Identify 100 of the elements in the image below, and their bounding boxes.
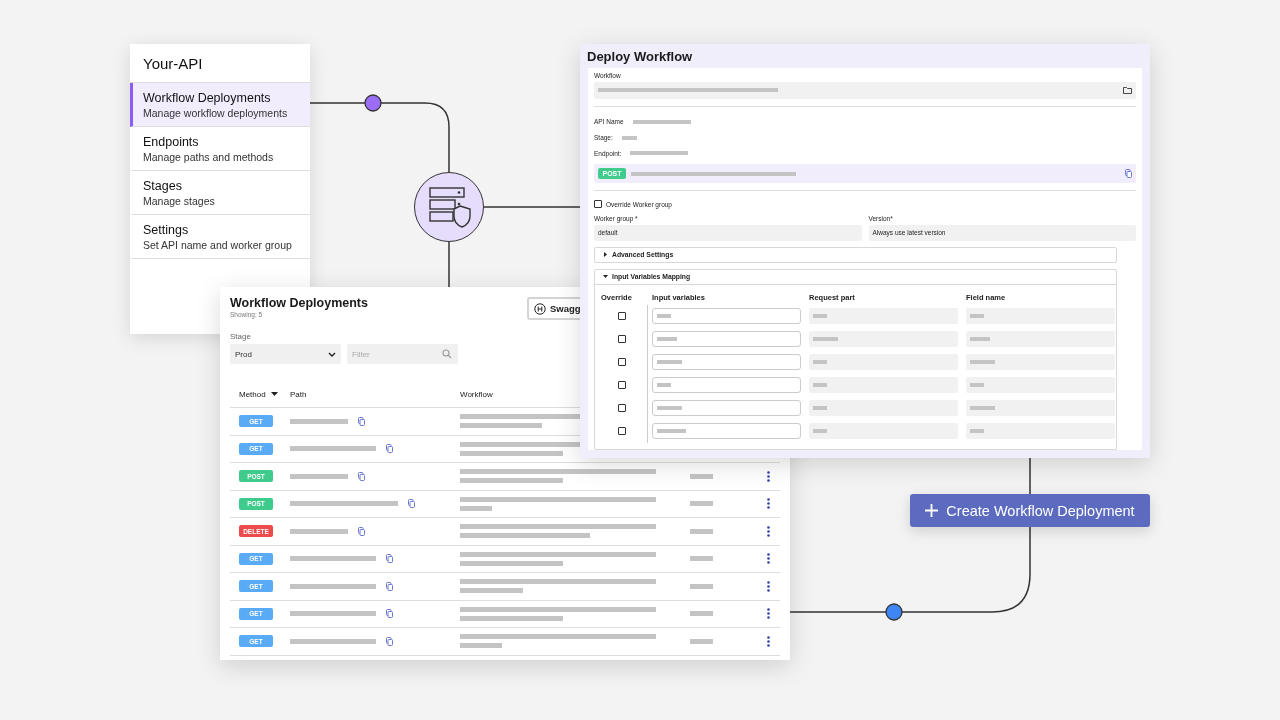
item-title: Settings	[143, 223, 190, 237]
text-placeholder	[621, 135, 637, 140]
text-placeholder	[970, 383, 984, 388]
filter-field[interactable]: Filter	[347, 344, 458, 364]
caret-icon[interactable]	[603, 252, 608, 258]
input-field[interactable]	[809, 308, 958, 325]
text-placeholder	[690, 528, 713, 534]
sort-caret-icon[interactable]	[270, 392, 278, 396]
input-field[interactable]	[652, 377, 801, 394]
input-field[interactable]	[809, 423, 958, 440]
input-field[interactable]	[809, 354, 958, 371]
input-field[interactable]	[966, 331, 1115, 348]
text-placeholder	[460, 588, 523, 594]
create-deployment-button[interactable]: Create Workflow Deployment	[910, 494, 1150, 527]
input-field[interactable]	[652, 331, 801, 348]
input-field[interactable]	[809, 331, 958, 348]
copy-icon[interactable]	[386, 444, 393, 454]
input-field[interactable]	[966, 377, 1115, 394]
copy-icon[interactable]	[358, 526, 365, 536]
copy-icon[interactable]	[358, 416, 365, 426]
text-placeholder	[657, 406, 682, 411]
text-placeholder	[813, 360, 827, 365]
item-title: Stages	[143, 179, 183, 193]
node-dot	[364, 94, 382, 112]
text-placeholder	[690, 583, 713, 589]
column-header: Workflow	[460, 389, 494, 399]
text-placeholder	[460, 643, 502, 649]
more-options-icon[interactable]	[766, 525, 770, 537]
text-placeholder	[690, 556, 713, 562]
text-placeholder	[657, 429, 686, 434]
text-placeholder	[813, 337, 838, 342]
copy-icon[interactable]	[386, 581, 393, 591]
more-options-icon[interactable]	[766, 608, 770, 620]
chevron-down-icon	[328, 351, 336, 357]
input-field[interactable]	[966, 354, 1115, 371]
column-header: Path	[290, 389, 307, 399]
text-placeholder	[970, 429, 984, 434]
text-placeholder	[290, 418, 348, 424]
text-placeholder	[460, 505, 492, 511]
caret-icon[interactable]	[603, 274, 608, 280]
copy-icon[interactable]	[386, 636, 393, 646]
dialog-title: Deploy Workflow	[586, 48, 694, 66]
item-title: Endpoints	[143, 135, 200, 149]
text-placeholder	[970, 406, 995, 411]
input-field[interactable]	[652, 308, 801, 325]
text-placeholder	[813, 406, 827, 411]
server-shield-icon	[427, 185, 471, 229]
text-placeholder	[657, 383, 671, 388]
copy-icon[interactable]	[386, 554, 393, 564]
text-placeholder	[970, 337, 990, 342]
input-field[interactable]	[809, 377, 958, 394]
text-placeholder	[657, 337, 677, 342]
checkbox[interactable]	[618, 335, 626, 344]
copy-icon[interactable]	[1125, 169, 1132, 179]
input-field[interactable]	[966, 423, 1115, 440]
more-options-icon[interactable]	[766, 580, 770, 592]
text-placeholder	[632, 119, 691, 124]
folder-icon[interactable]	[1123, 86, 1132, 94]
text-placeholder	[813, 383, 827, 388]
input-field[interactable]	[652, 400, 801, 417]
checkbox[interactable]	[618, 381, 626, 390]
item-subtitle: Manage stages	[143, 195, 216, 207]
more-options-icon[interactable]	[766, 470, 770, 482]
text-placeholder	[690, 638, 713, 644]
checkbox[interactable]	[594, 200, 602, 208]
input-field[interactable]	[809, 400, 958, 417]
text-placeholder	[690, 501, 713, 507]
sidebar-item[interactable]: Workflow Deployments Manage workflow deployments	[130, 83, 310, 127]
sidebar-item[interactable]: Settings Set API name and worker group	[130, 215, 310, 259]
text-placeholder	[813, 429, 827, 434]
text-placeholder	[970, 314, 984, 319]
panel-title: Workflow Deployments	[230, 296, 369, 310]
text-placeholder	[630, 151, 689, 156]
input-field[interactable]	[652, 423, 801, 440]
column-header: Method	[239, 389, 266, 399]
input-field[interactable]	[966, 308, 1115, 325]
copy-icon[interactable]	[386, 609, 393, 619]
sidebar-item[interactable]: Endpoints Manage paths and methods	[130, 127, 310, 171]
sidebar-item[interactable]: Stages Manage stages	[130, 171, 310, 215]
text-placeholder	[813, 314, 827, 319]
item-subtitle: Manage paths and methods	[143, 151, 275, 163]
input-field[interactable]	[966, 400, 1115, 417]
text-placeholder	[970, 360, 995, 365]
item-subtitle: Set API name and worker group	[143, 239, 293, 251]
copy-icon[interactable]	[358, 471, 365, 481]
more-options-icon[interactable]	[766, 553, 770, 565]
checkbox[interactable]	[618, 358, 626, 367]
input-field[interactable]	[652, 354, 801, 371]
workflow-field[interactable]	[594, 82, 1136, 99]
stage-select[interactable]: Prod	[230, 344, 341, 364]
search-icon	[442, 349, 452, 359]
item-subtitle: Manage workflow deployments	[143, 107, 289, 119]
field-label: Stage	[230, 332, 251, 341]
checkbox[interactable]	[618, 427, 626, 436]
text-placeholder	[290, 473, 348, 479]
copy-icon[interactable]	[408, 499, 415, 509]
checkbox[interactable]	[618, 312, 626, 321]
checkbox[interactable]	[618, 404, 626, 413]
more-options-icon[interactable]	[766, 635, 770, 647]
more-options-icon[interactable]	[766, 498, 770, 510]
